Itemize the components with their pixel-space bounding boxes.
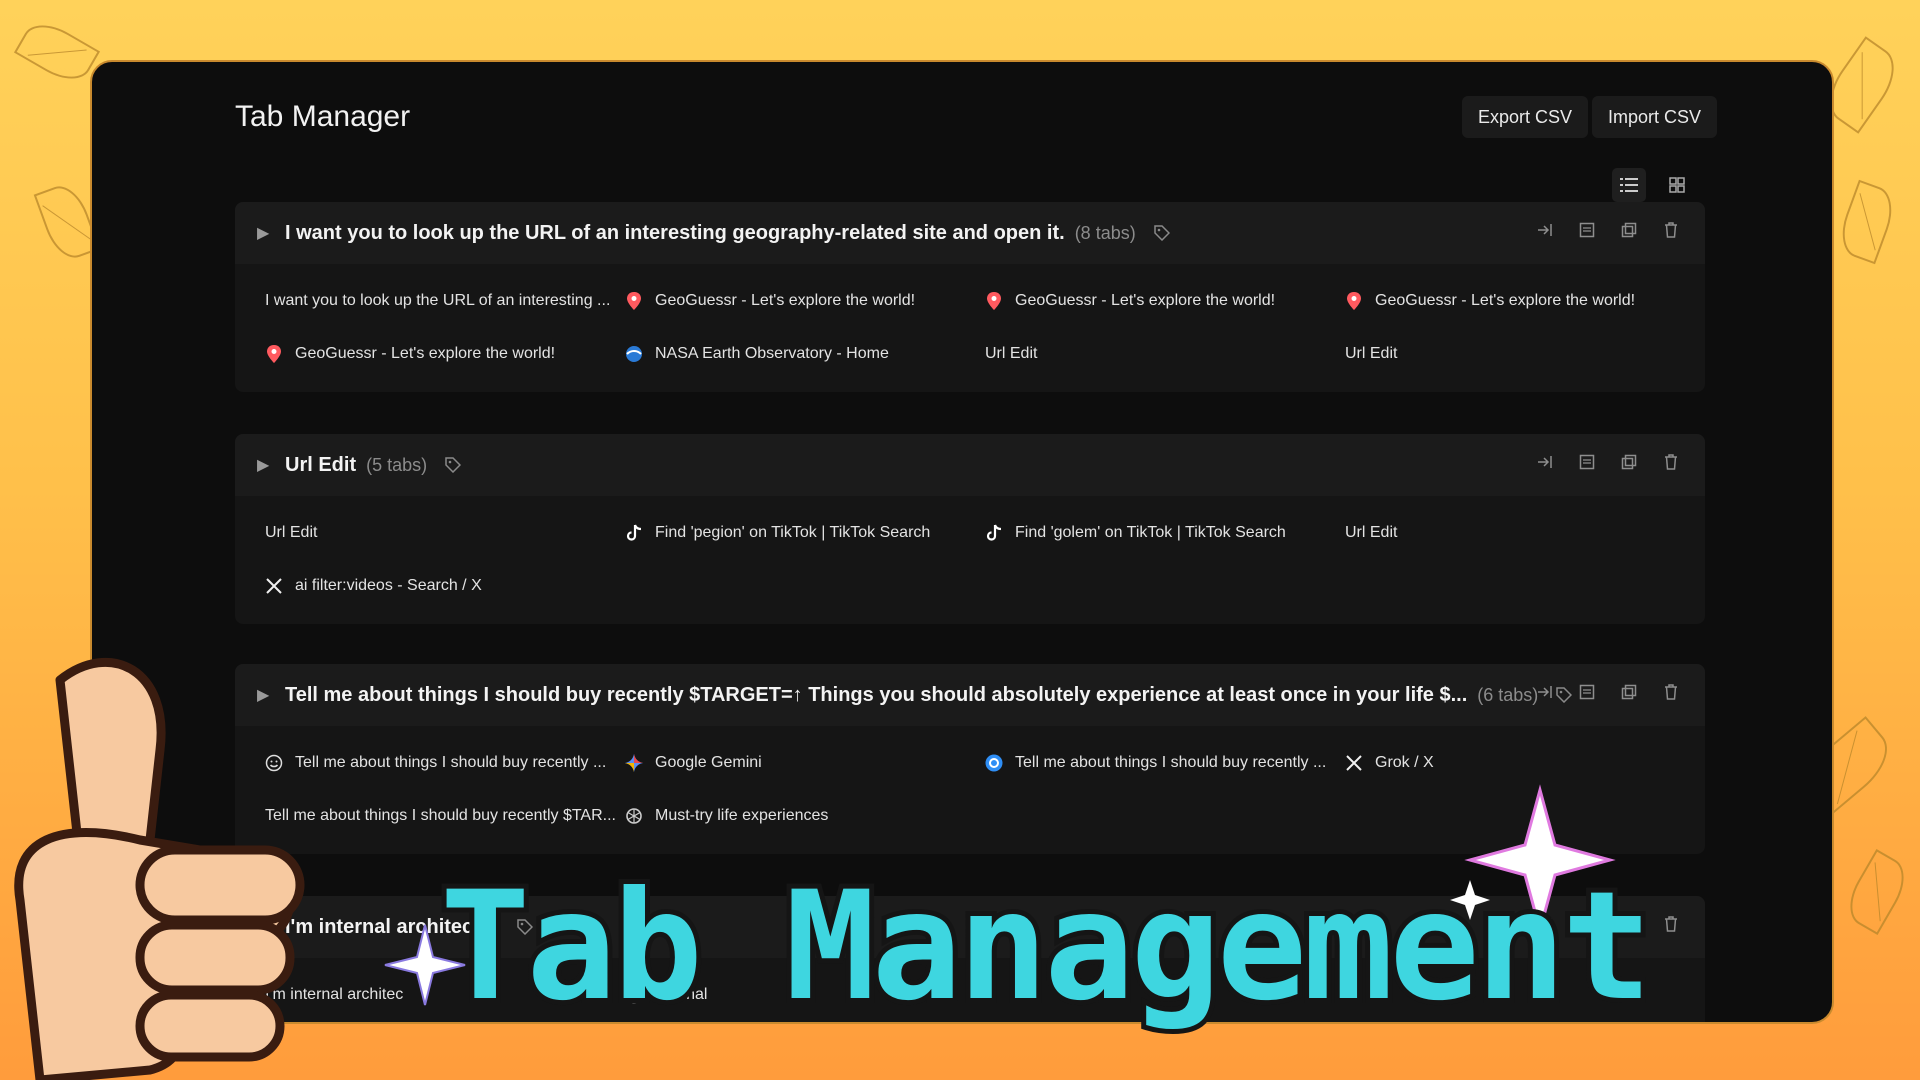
tab-item[interactable]: GeoGuessr - Let's explore the world! [985,274,1345,327]
tab-item[interactable]: NASA Earth Observatory - Home [625,327,985,380]
group-title[interactable]: Tell me about things I should buy recent… [285,684,1467,707]
perplexity-icon [985,754,1003,772]
tab-title: Url Edit [985,344,1038,362]
tab-title: GeoGuessr - Let's explore the world! [655,291,916,309]
decorative-leaf [1833,179,1901,265]
tab-title: GeoGuessr - Let's explore the world! [1375,291,1636,309]
expand-caret-icon[interactable]: ▶ [257,455,285,475]
tab-title: GeoGuessr - Let's explore the world! [1015,291,1276,309]
tab-item[interactable]: Tell me about things I should buy recent… [265,789,625,842]
move-to-window-icon[interactable] [1535,452,1555,472]
tab-group: ▶ I want you to look up the URL of an int… [235,202,1705,392]
tag-icon[interactable] [1153,225,1170,242]
tab-item[interactable]: Url Edit [1345,327,1705,380]
tab-title: I want you to look up the URL of an inte… [265,291,611,309]
export-csv-button[interactable]: Export CSV [1462,96,1589,138]
delete-icon[interactable] [1661,452,1681,472]
delete-icon[interactable] [1661,682,1681,702]
tab-title: Tell me about things I should buy recent… [265,806,616,824]
group-actions [1535,220,1681,240]
decorative-leaf [1839,848,1915,936]
tab-title: Grok / X [1375,753,1434,771]
tiktok-icon [985,524,1003,542]
tab-item[interactable]: Tell me about things I should buy recent… [265,736,625,789]
x-icon [1345,754,1363,772]
open-new-window-icon[interactable] [1619,452,1639,472]
gemini-icon [625,753,643,772]
open-all-icon[interactable] [1577,452,1597,472]
group-tab-count: (5 tabs) [366,454,428,475]
tab-title: Url Edit [1345,344,1398,362]
tab-title: Tell me about things I should buy recent… [1015,753,1327,771]
move-to-window-icon[interactable] [1535,220,1555,240]
tab-title: Url Edit [1345,523,1398,541]
geoguessr-pin-icon [985,291,1003,310]
open-all-icon[interactable] [1577,682,1597,702]
tab-item[interactable]: Find 'golem' on TikTok | TikTok Search [985,506,1345,559]
tab-item[interactable]: Url Edit [985,327,1345,380]
open-new-window-icon[interactable] [1619,682,1639,702]
delete-icon[interactable] [1661,914,1681,934]
tab-title: Must-try life experiences [655,806,829,824]
tab-list: I want you to look up the URL of an inte… [235,264,1705,380]
group-header[interactable]: ▶ I want you to look up the URL of an int… [235,202,1705,264]
tab-title: Url Edit [265,523,318,541]
tab-title: Find 'pegion' on TikTok | TikTok Search [655,523,931,541]
tab-title: Tell me about things I should buy recent… [295,753,607,771]
app-title: Tab Manager [235,100,411,133]
tab-group: ▶ Url Edit (5 tabs) Url Edit Find 'pegion' o… [235,434,1705,624]
tab-item[interactable]: Find 'pegion' on TikTok | TikTok Search [625,506,985,559]
tab-title: Google Gemini [655,753,762,771]
tab-item[interactable]: GeoGuessr - Let's explore the world! [1345,274,1705,327]
tab-item[interactable]: Must-try life experiences [625,789,985,842]
tag-icon[interactable] [445,457,462,474]
group-tab-count: (6 tabs) [1477,684,1539,705]
tab-item[interactable]: GeoGuessr - Let's explore the world! [625,274,985,327]
nasa-icon [625,345,643,363]
geoguessr-pin-icon [265,344,283,363]
group-title[interactable]: Url Edit [285,454,356,477]
tab-item[interactable]: Url Edit [265,506,625,559]
group-tab-count: (8 tabs) [1074,222,1136,243]
tab-title: GeoGuessr - Let's explore the world! [295,344,556,362]
tab-list: Url Edit Find 'pegion' on TikTok | TikTok… [235,496,1705,612]
expand-caret-icon[interactable]: ▶ [257,223,285,243]
group-actions [1535,452,1681,472]
tab-item[interactable]: I want you to look up the URL of an inte… [265,274,625,327]
tab-title: NASA Earth Observatory - Home [655,344,889,362]
tab-item[interactable]: Url Edit [1345,506,1705,559]
move-to-window-icon[interactable] [1535,682,1555,702]
group-title[interactable]: I want you to look up the URL of an inte… [285,222,1065,245]
tab-item[interactable]: Google Gemini [625,736,985,789]
grid-view-icon[interactable] [1660,168,1694,202]
tiktok-icon [625,524,643,542]
geoguessr-pin-icon [625,291,643,310]
open-new-window-icon[interactable] [1619,220,1639,240]
geoguessr-pin-icon [1345,291,1363,310]
tab-title: ai filter:videos - Search / X [295,576,482,594]
group-header[interactable]: ▶ Tell me about things I should buy recen… [235,664,1705,726]
open-all-icon[interactable] [1577,220,1597,240]
tab-item[interactable]: GeoGuessr - Let's explore the world! [265,327,625,380]
import-csv-button[interactable]: Import CSV [1592,96,1718,138]
openai-icon [625,807,643,825]
thumbs-up-icon [14,658,305,1080]
tab-item[interactable]: ai filter:videos - Search / X [265,559,625,612]
group-header[interactable]: ▶ Url Edit (5 tabs) [235,434,1705,496]
overlay-headline: Tab Management [435,860,1657,1034]
x-icon [265,577,283,595]
tab-item[interactable]: Tell me about things I should buy recent… [985,736,1345,789]
list-view-icon[interactable] [1612,168,1646,202]
delete-icon[interactable] [1661,220,1681,240]
decorative-leaf [13,14,101,90]
tab-title: Find 'golem' on TikTok | TikTok Search [1015,523,1286,541]
group-actions [1535,682,1681,702]
